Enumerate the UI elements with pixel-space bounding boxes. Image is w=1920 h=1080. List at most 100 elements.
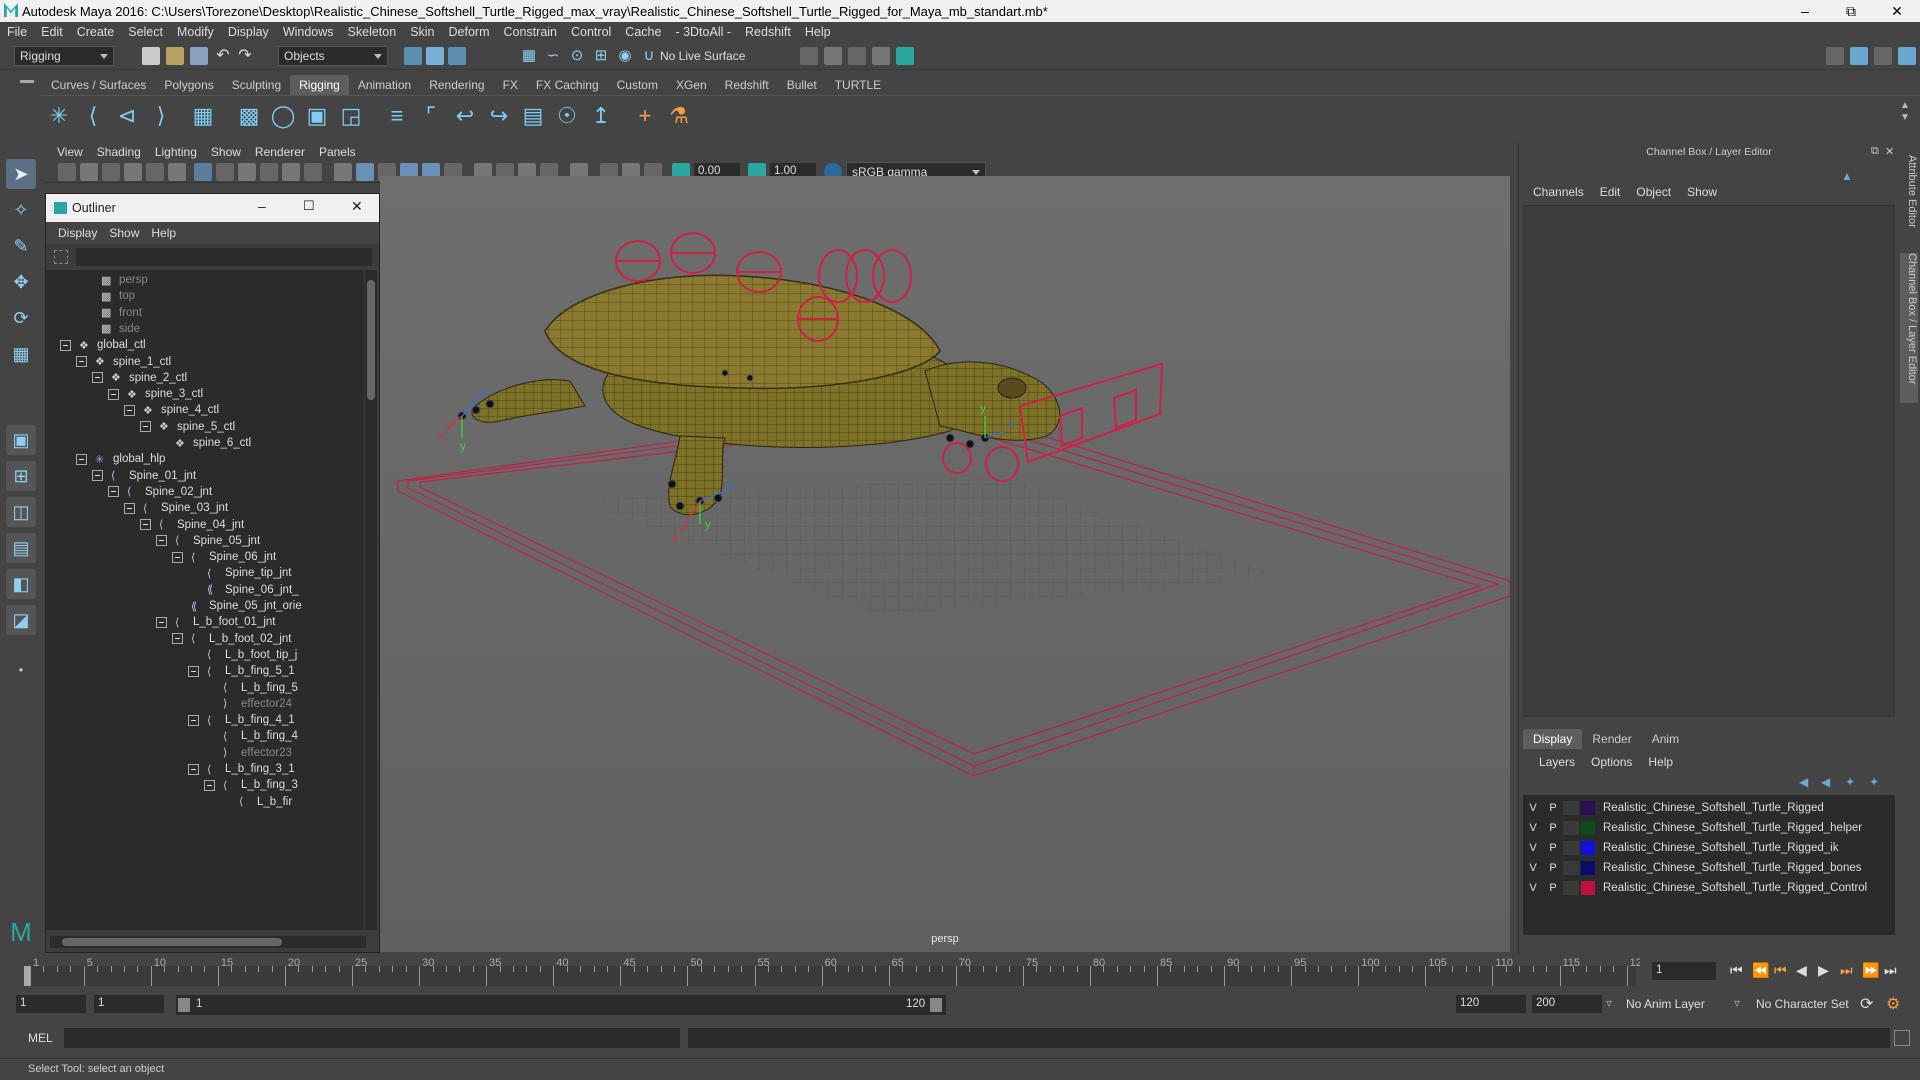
channel-box-area[interactable] [1523,205,1895,717]
outliner-menu-show[interactable]: Show [103,226,145,240]
viewport-menu-view[interactable]: View [50,145,90,159]
play-forwards-icon[interactable]: ▶ [1818,962,1829,979]
layer-row[interactable]: V P Realistic_Chinese_Softshell_Turtle_Rig… [1523,798,1895,818]
step-forward-frame-icon[interactable]: ⏩ [1862,962,1879,979]
ipr-render-icon[interactable] [848,47,866,65]
new-scene-icon[interactable] [142,47,160,65]
scale-constraint-icon[interactable]: ▤ [518,100,548,132]
hypershade-layout-icon[interactable]: ◪ [6,605,36,635]
select-object-icon[interactable] [426,47,444,65]
layer-row[interactable]: V P Realistic_Chinese_Softshell_Turtle_Rig… [1523,818,1895,838]
wireframe-icon[interactable] [334,163,352,181]
shelf-tab-sculpting[interactable]: Sculpting [223,75,290,95]
menu-create[interactable]: Create [70,25,122,39]
insert-joint-icon[interactable]: ⟩ [146,100,176,132]
viewport-menu-renderer[interactable]: Renderer [248,145,312,159]
expand-toggle-icon[interactable] [172,633,183,645]
shelf-tab-xgen[interactable]: XGen [667,75,716,95]
layer-playback-toggle[interactable]: P [1543,822,1563,834]
layer-color-swatch[interactable] [1581,881,1595,895]
render-frame-icon[interactable] [824,47,842,65]
menu-deform[interactable]: Deform [442,25,497,39]
expand-toggle-icon[interactable] [156,616,167,628]
auto-key-icon[interactable]: ⟳ [1860,994,1873,1014]
selection-mode-dropdown[interactable]: Objects [278,46,388,66]
go-to-start-icon[interactable]: ⏮ [1730,962,1743,979]
lattice-icon[interactable]: ▣ [302,100,332,132]
playback-end-field[interactable]: 120 [1456,995,1526,1013]
shelf-tab-fx[interactable]: FX [494,75,527,95]
ik-spline-icon[interactable]: ⊲ [112,100,142,132]
live-surface-label[interactable]: No Live Surface [660,49,745,63]
render-view-icon[interactable] [800,47,818,65]
shelf-tab-turtle[interactable]: TURTLE [826,75,890,95]
step-back-key-icon[interactable]: ⏮ [1774,962,1787,979]
outliner-menu-help[interactable]: Help [145,226,182,240]
channel-box-close-button[interactable]: ✕ [1885,145,1894,158]
channel-box-toggle-icon[interactable] [1898,47,1916,65]
snap-point-icon[interactable]: ⊙ [568,47,586,65]
channel-box-menu-edit[interactable]: Edit [1592,185,1629,199]
command-input[interactable] [64,1028,680,1048]
shelf-tab-curves-surfaces[interactable]: Curves / Surfaces [42,75,155,95]
orient-constraint-icon[interactable]: ↪ [484,100,514,132]
viewport-menu-lighting[interactable]: Lighting [148,145,204,159]
expand-toggle-icon[interactable] [60,339,71,351]
new-layer-icon[interactable]: ✦ [1845,775,1855,789]
layer-row[interactable]: V P Realistic_Chinese_Softshell_Turtle_Rig… [1523,838,1895,858]
script-language-label[interactable]: MEL [28,1031,53,1045]
outliner-minimize-button[interactable]: – [258,198,266,214]
layer-visibility-toggle[interactable]: V [1523,882,1543,894]
layer-playback-toggle[interactable]: P [1543,882,1563,894]
layout-options-icon[interactable]: • [6,655,36,685]
expand-toggle-icon[interactable] [188,714,199,726]
shelf-tab-animation[interactable]: Animation [349,75,420,95]
outliner-horizontal-scroll-thumb[interactable] [62,938,282,946]
paint-select-tool-icon[interactable]: ✎ [6,231,36,261]
point-constraint-icon[interactable]: ⌜ [416,100,446,132]
ik-handle-icon[interactable]: ⟨ [78,100,108,132]
shelf-scroll-down-icon[interactable]: ▼ [1900,112,1910,123]
menu-set-dropdown[interactable]: Rigging [14,46,114,66]
paint-weights-icon[interactable]: ≡ [382,100,412,132]
save-scene-icon[interactable] [190,47,208,65]
rigid-bind-icon[interactable]: ◯ [268,100,298,132]
move-layer-down-icon[interactable]: ◀ [1821,775,1830,789]
go-to-end-icon[interactable]: ⏭ [1884,962,1897,979]
expand-toggle-icon[interactable] [156,535,167,547]
select-tool-icon[interactable]: ➤ [6,159,36,189]
outliner-horizontal-scrollbar[interactable] [50,936,366,948]
2d-pan-zoom-icon[interactable] [146,163,164,181]
menu-control[interactable]: Control [564,25,618,39]
outliner-layout-icon[interactable]: ◧ [6,569,36,599]
shelf-tab-custom[interactable]: Custom [608,75,667,95]
snap-view-icon[interactable]: ⊞ [592,47,610,65]
four-view-layout-icon[interactable]: ⊞ [6,461,36,491]
expand-toggle-icon[interactable] [172,551,183,563]
persp-outliner-layout-icon[interactable]: ◫ [6,497,36,527]
bookmarks-icon[interactable] [102,163,120,181]
expand-toggle-icon[interactable] [124,404,135,416]
shelf-menu-icon[interactable] [20,80,34,83]
layer-color-swatch[interactable] [1581,841,1595,855]
menu-3dtoall[interactable]: - 3DtoAll - [668,25,738,39]
shelf-tab-bullet[interactable]: Bullet [778,75,826,95]
toggle-panels-icon[interactable] [1874,47,1892,65]
shelf-tab-redshift[interactable]: Redshift [716,75,778,95]
select-component-icon[interactable] [448,47,466,65]
parent-constraint-icon[interactable]: ☉ [552,100,582,132]
outliner-item[interactable]: ⟨ L_b_fir [220,792,292,812]
gate-mask-icon[interactable] [260,163,278,181]
range-slider[interactable]: 1 120 [176,995,946,1015]
safe-action-icon[interactable] [304,163,322,181]
grease-pencil-icon[interactable] [168,163,186,181]
menu-redshift[interactable]: Redshift [738,25,798,39]
expand-toggle-icon[interactable] [76,356,87,367]
persp-graph-layout-icon[interactable]: ▤ [6,533,36,563]
animation-preferences-icon[interactable]: ⚙ [1886,994,1900,1014]
layer-display-type-toggle[interactable] [1563,841,1579,855]
layer-row[interactable]: V P Realistic_Chinese_Softshell_Turtle_Rig… [1523,878,1895,898]
expand-toggle-icon[interactable] [188,665,199,677]
shelf-tab-rendering[interactable]: Rendering [420,75,493,95]
viewport-menu-show[interactable]: Show [204,145,248,159]
